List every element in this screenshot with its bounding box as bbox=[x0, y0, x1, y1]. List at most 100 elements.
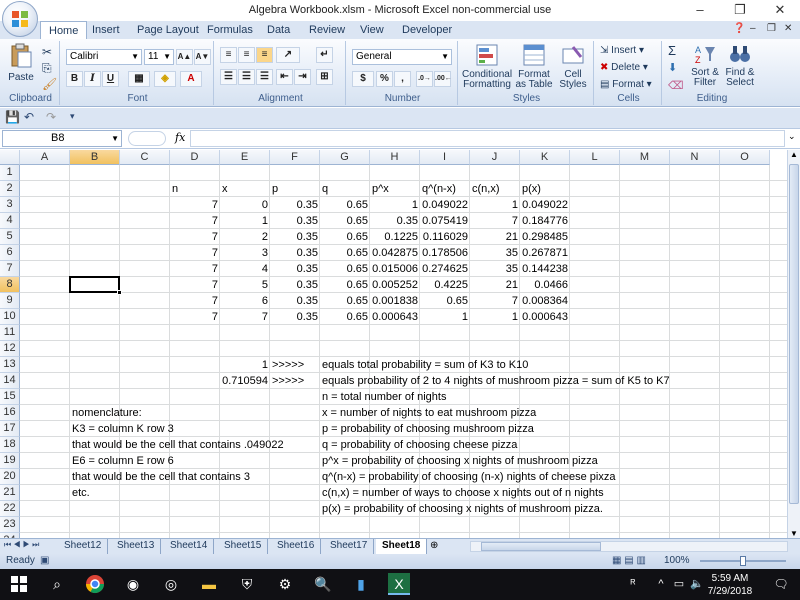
row-header-17[interactable]: 17 bbox=[0, 421, 20, 437]
restore-button[interactable]: ❐ bbox=[720, 0, 760, 21]
font-color-icon[interactable]: A bbox=[180, 71, 202, 87]
italic-button[interactable]: I bbox=[84, 71, 101, 87]
tab-developer[interactable]: Developer bbox=[394, 21, 460, 39]
note-cell[interactable]: q = probability of choosing cheese pizza bbox=[320, 437, 720, 453]
scroll-down-icon[interactable]: ▼ bbox=[790, 529, 798, 538]
column-header-a[interactable]: A bbox=[20, 150, 70, 165]
merge-center-icon[interactable]: ⊞ bbox=[316, 69, 333, 85]
table-cell[interactable]: 0.65 bbox=[320, 229, 370, 245]
note-cell[interactable]: nomenclature: bbox=[70, 405, 270, 421]
table-cell[interactable]: 7 bbox=[170, 309, 220, 325]
table-cell[interactable]: 0.35 bbox=[270, 293, 320, 309]
people-icon[interactable]: ᴿ bbox=[622, 573, 644, 595]
row-header-22[interactable]: 22 bbox=[0, 501, 20, 517]
table-cell[interactable]: 0.35 bbox=[270, 309, 320, 325]
note-cell[interactable]: equals probability of 2 to 4 nights of m… bbox=[320, 373, 720, 389]
table-cell[interactable]: 35 bbox=[470, 245, 520, 261]
note-cell[interactable]: q^(n-x) = probability of choosing (n-x) … bbox=[320, 469, 720, 485]
note-cell[interactable]: etc. bbox=[70, 485, 270, 501]
currency-button[interactable]: $ bbox=[352, 71, 374, 87]
column-header-f[interactable]: F bbox=[270, 150, 320, 165]
table-header-cell[interactable]: p(x) bbox=[520, 181, 570, 197]
table-cell[interactable]: 0.65 bbox=[320, 197, 370, 213]
table-header-cell[interactable]: q bbox=[320, 181, 370, 197]
table-cell[interactable]: 21 bbox=[470, 277, 520, 293]
minimize-button[interactable]: – bbox=[680, 0, 720, 21]
magnifier-icon[interactable]: 🔍 bbox=[312, 573, 334, 595]
column-header-d[interactable]: D bbox=[170, 150, 220, 165]
table-cell[interactable]: 7 bbox=[170, 213, 220, 229]
table-cell[interactable]: 0.35 bbox=[270, 213, 320, 229]
column-header-j[interactable]: J bbox=[470, 150, 520, 165]
paste-button[interactable]: Paste bbox=[6, 43, 36, 83]
wrap-text-icon[interactable]: ↵ bbox=[316, 47, 333, 63]
excel-taskbar-icon[interactable]: X bbox=[388, 573, 410, 595]
number-format-combo[interactable]: General ▼ bbox=[352, 49, 452, 65]
delete-cells-button[interactable]: ✖ Delete ▾ bbox=[600, 62, 648, 73]
sort-filter-button[interactable]: A Z Sort & Filter bbox=[688, 43, 722, 88]
table-cell[interactable]: 1 bbox=[220, 213, 270, 229]
fill-icon[interactable]: ⬇ bbox=[668, 61, 677, 74]
align-left-icon[interactable]: ☰ bbox=[220, 69, 237, 85]
row-header-19[interactable]: 19 bbox=[0, 453, 20, 469]
table-cell[interactable]: 0.267871 bbox=[520, 245, 570, 261]
row-header-15[interactable]: 15 bbox=[0, 389, 20, 405]
table-cell[interactable]: 0.35 bbox=[270, 197, 320, 213]
percent-button[interactable]: % bbox=[376, 71, 393, 87]
find-select-button[interactable]: Find & Select bbox=[722, 43, 758, 88]
table-cell[interactable]: 2 bbox=[220, 229, 270, 245]
table-cell[interactable]: 0.000643 bbox=[370, 309, 420, 325]
table-cell[interactable]: 0.65 bbox=[320, 277, 370, 293]
note-cell[interactable]: equals total probability = sum of K3 to … bbox=[320, 357, 720, 373]
ribbon-minimize-icon[interactable]: – bbox=[750, 23, 756, 34]
office-button[interactable] bbox=[2, 1, 38, 37]
row-header-12[interactable]: 12 bbox=[0, 341, 20, 357]
sheet-tab-sheet17[interactable]: Sheet17 bbox=[324, 539, 375, 554]
note-cell[interactable]: p^x = probability of choosing x nights o… bbox=[320, 453, 720, 469]
table-cell[interactable]: 0.184776 bbox=[520, 213, 570, 229]
cell-styles-button[interactable]: Cell Styles bbox=[556, 43, 590, 90]
zoom-knob[interactable] bbox=[740, 556, 746, 566]
sheet-tab-sheet18[interactable]: Sheet18 bbox=[376, 539, 428, 554]
orientation-icon[interactable]: ↗ bbox=[276, 47, 300, 63]
table-cell[interactable]: 7 bbox=[470, 293, 520, 309]
table-cell[interactable]: 0.35 bbox=[270, 277, 320, 293]
table-header-cell[interactable]: c(n,x) bbox=[470, 181, 520, 197]
expand-formula-bar-icon[interactable]: ⌄ bbox=[788, 131, 796, 142]
browser-icon[interactable]: ◎ bbox=[160, 573, 182, 595]
format-painter-icon[interactable]: 🖌 bbox=[42, 77, 57, 91]
table-cell[interactable]: 21 bbox=[470, 229, 520, 245]
scroll-up-icon[interactable]: ▲ bbox=[790, 150, 798, 159]
table-cell[interactable]: 0.0466 bbox=[520, 277, 570, 293]
redo-icon[interactable]: ↷ bbox=[46, 110, 56, 124]
row-header-10[interactable]: 10 bbox=[0, 309, 20, 325]
tab-review[interactable]: Review bbox=[301, 21, 353, 39]
formula-input[interactable] bbox=[190, 130, 785, 147]
comma-button[interactable]: , bbox=[394, 71, 411, 87]
table-header-cell[interactable]: x bbox=[220, 181, 270, 197]
notifications-icon[interactable]: 🗨 bbox=[770, 573, 792, 595]
table-cell[interactable]: 0.298485 bbox=[520, 229, 570, 245]
table-cell[interactable]: 7 bbox=[170, 197, 220, 213]
vertical-scrollbar[interactable]: ▲ ▼ bbox=[787, 150, 800, 538]
tab-formulas[interactable]: Formulas bbox=[199, 21, 261, 39]
horizontal-scrollbar[interactable] bbox=[470, 541, 788, 552]
tab-page-layout[interactable]: Page Layout bbox=[129, 21, 207, 39]
arrow-cell[interactable]: >>>>> bbox=[270, 373, 320, 389]
insert-sheet-icon[interactable]: ⊕ bbox=[430, 540, 438, 551]
copy-icon[interactable]: ⎘ bbox=[42, 61, 52, 76]
note-cell[interactable]: that would be the cell that contains 3 bbox=[70, 469, 270, 485]
increase-decimal-icon[interactable]: .0→ bbox=[416, 71, 433, 87]
store-icon[interactable]: ⛨ bbox=[236, 573, 258, 595]
align-bottom-icon[interactable]: ≡ bbox=[256, 47, 273, 63]
table-cell[interactable]: 0.042875 bbox=[370, 245, 420, 261]
table-cell[interactable]: 0.35 bbox=[270, 229, 320, 245]
vertical-scroll-thumb[interactable] bbox=[789, 164, 799, 504]
table-cell[interactable]: 0.274625 bbox=[420, 261, 470, 277]
table-cell[interactable]: 7 bbox=[220, 309, 270, 325]
row-header-5[interactable]: 5 bbox=[0, 229, 20, 245]
column-header-k[interactable]: K bbox=[520, 150, 570, 165]
format-as-table-button[interactable]: Format as Table bbox=[514, 43, 554, 90]
align-center-icon[interactable]: ☰ bbox=[238, 69, 255, 85]
total-probability-cell[interactable]: 1 bbox=[220, 357, 270, 373]
